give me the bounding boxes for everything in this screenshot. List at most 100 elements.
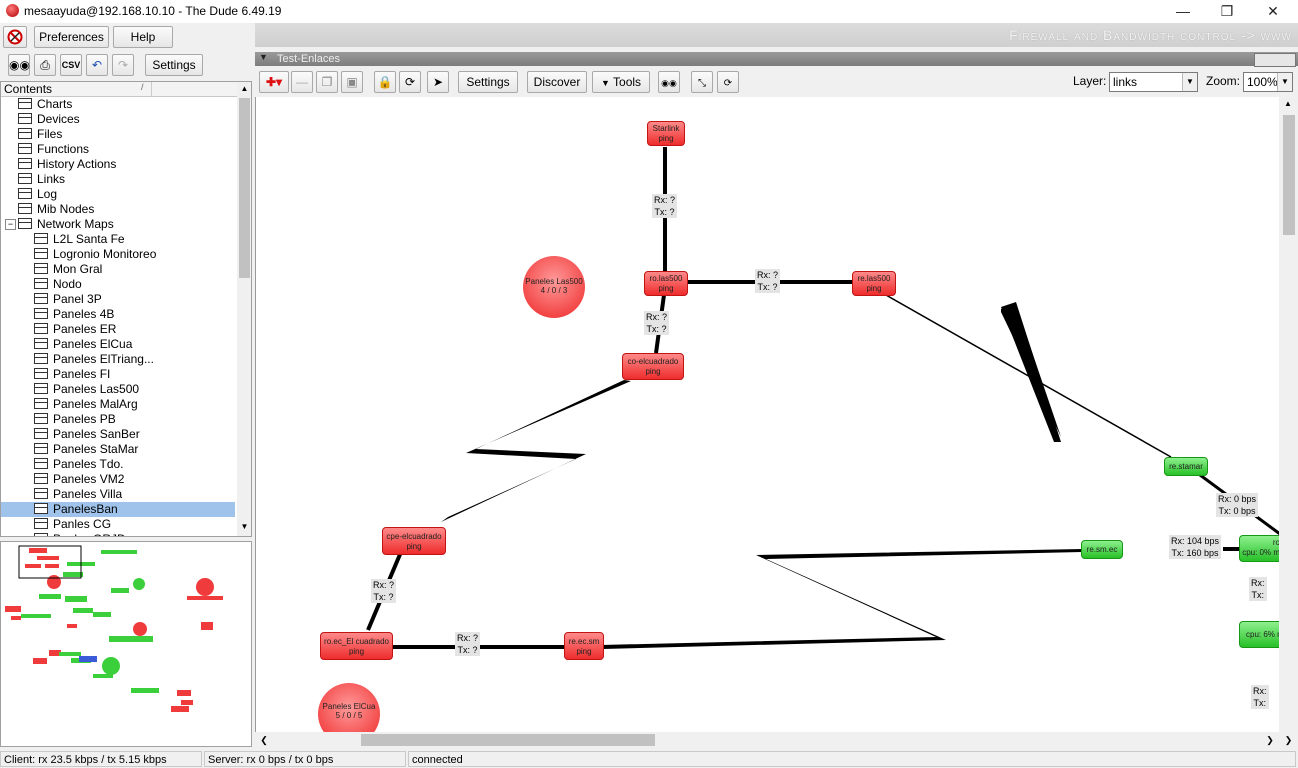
tree-item-map[interactable]: PanelesBan [1,502,235,517]
preferences-button[interactable]: Preferences [34,26,109,48]
tree-item-label: Paneles ElTriang... [53,352,154,366]
scroll-up-icon[interactable]: ▲ [1282,99,1294,111]
node-ro-ec[interactable]: ro.ec_El cuadrado ping [320,632,393,660]
tree-item-map[interactable]: Mon Gral [34,262,102,277]
csv-icon: CSV [61,60,81,70]
remove-button[interactable]: — [291,71,313,93]
copy-button[interactable]: ❐ [316,71,338,93]
node-co-elcuadrado[interactable]: co-elcuadrado ping [622,353,684,380]
tree-item-map[interactable]: Panles GRJD [34,532,126,536]
tree-item-map[interactable]: Paneles MalArg [34,397,138,412]
tree-item-map[interactable]: Logronio Monitoreo [34,247,156,262]
window-icon [34,278,48,289]
tree-header[interactable]: Contents / [1,82,237,97]
tree-item-map[interactable]: Panles CG [34,517,111,532]
tree-item-map[interactable]: Panel 3P [34,292,102,307]
print-button[interactable]: ⎙ [34,54,56,76]
map-horizontal-scrollbar[interactable]: ❮ ❯ [255,732,1279,748]
tree-item[interactable]: Mib Nodes [18,202,94,217]
scroll-down-icon[interactable]: ❯ [1279,732,1298,748]
collapse-icon[interactable]: − [5,219,16,230]
tree-item-map[interactable]: Paneles PB [34,412,116,427]
maximize-button[interactable]: ❐ [1204,0,1250,23]
scroll-up-icon[interactable]: ▲ [237,82,251,96]
map-settings-button[interactable]: Settings [458,71,518,93]
tree-item[interactable]: Charts [18,97,72,112]
node-re-ec-sm[interactable]: re.ec.sm ping [564,632,604,660]
tree-item-map[interactable]: Paneles VM2 [34,472,124,487]
layer-label: Layer: [1073,74,1107,88]
scroll-left-icon[interactable]: ❮ [257,732,271,748]
column-divider [151,82,152,96]
undo-button[interactable]: ↶ [86,54,108,76]
tree-item-map[interactable]: L2L Santa Fe [34,232,125,247]
csv-button[interactable]: CSV [60,54,82,76]
node-green-router[interactable]: ro cpu: 0% m [1239,535,1280,562]
window-icon [34,473,48,484]
node-ro-las500[interactable]: ro.las500 ping [644,271,688,296]
node-re-stamar[interactable]: re.stamar [1164,457,1208,476]
tree-item-map[interactable]: Paneles ElTriang... [34,352,154,367]
tree-item[interactable]: History Actions [18,157,116,172]
scroll-right-icon[interactable]: ❯ [1263,732,1277,748]
node-re-las500[interactable]: re.las500 ping [852,271,896,296]
tree-item-map[interactable]: Paneles 4B [34,307,114,322]
server-traffic: Server: rx 0 bps / tx 0 bps [204,751,406,767]
minimap[interactable] [0,541,252,747]
node-green-cpu[interactable]: cpu: 6% m [1239,621,1280,648]
settings-button[interactable]: Settings [145,54,203,76]
tree-scroll-thumb[interactable] [239,98,250,278]
layer-select[interactable]: links ▼ [1109,72,1198,92]
tree-item[interactable]: Files [18,127,62,142]
close-button[interactable]: ✕ [1250,0,1296,23]
tools-button[interactable]: ▼ Tools [592,71,650,93]
tree-item-label: Paneles ElCua [53,337,133,351]
tree-item[interactable]: Network Maps [18,217,114,232]
tree-item[interactable]: Links [18,172,65,187]
tree-item-label: PanelesBan [53,502,118,516]
zoom-value: 100% [1247,75,1278,89]
tree-item-map[interactable]: Paneles Las500 [34,382,139,397]
status-bar: Client: rx 23.5 kbps / tx 5.15 kbps Serv… [0,749,1298,768]
node-re-sm-ec[interactable]: re.sm.ec [1081,540,1123,559]
map-panel-header: ▼ Test-Enlaces [255,52,1298,67]
discover-button[interactable]: Discover [527,71,587,93]
network-map-canvas[interactable]: Starlink ping ro.las500 ping re.las500 p… [255,97,1280,732]
redo-button[interactable]: ↷ [112,54,134,76]
tree-item-map[interactable]: Paneles SanBer [34,427,140,442]
paste-button[interactable]: ▣ [341,71,363,93]
tree-scrollbar[interactable]: ▲ ▼ [237,82,251,536]
tree-item-map[interactable]: Paneles FI [34,367,110,382]
node-starlink[interactable]: Starlink ping [647,121,685,146]
map-hscroll-thumb[interactable] [361,734,655,746]
tree-item-map[interactable]: Paneles StaMar [34,442,138,457]
map-find-button[interactable]: ◉◉ [658,71,680,93]
tree-item-map[interactable]: Paneles Tdo. [34,457,124,472]
tree-item[interactable]: Log [18,187,57,202]
panel-layout-icons[interactable] [1254,53,1296,67]
tree-item-map[interactable]: Paneles ER [34,322,116,337]
node-cpe-elcuadrado[interactable]: cpe-elcuadrado ping [382,527,446,555]
add-button[interactable]: ✚▾ [259,71,289,93]
map-vertical-scrollbar[interactable]: ▲ [1279,97,1298,732]
scroll-down-icon[interactable]: ▼ [237,520,251,534]
pointer-button[interactable]: ➤ [427,71,449,93]
panel-menu-icon[interactable]: ▼ [259,52,268,62]
zoom-select[interactable]: 100% ▼ [1243,72,1293,92]
tree-item[interactable]: Functions [18,142,89,157]
submap-paneles-las500[interactable]: Paneles Las500 4 / 0 / 3 [523,256,585,318]
arrange-button[interactable]: ⟳ [717,71,739,93]
tree-item-map[interactable]: Paneles ElCua [34,337,132,352]
tree-item-map[interactable]: Paneles Villa [34,487,122,502]
minimize-button[interactable]: — [1160,0,1206,23]
zoom-fit-button[interactable]: ⤡ [691,71,713,93]
tree-item[interactable]: Devices [18,112,80,127]
find-button[interactable]: ◉◉ [8,54,30,76]
lasso-button[interactable]: ⟳ [399,71,421,93]
node-status: ping [576,647,592,656]
tree-item-map[interactable]: Nodo [34,277,82,292]
disconnect-button[interactable] [3,26,27,48]
lock-button[interactable]: 🔒 [374,71,396,93]
map-vscroll-thumb[interactable] [1283,115,1295,235]
help-button[interactable]: Help [113,26,173,48]
